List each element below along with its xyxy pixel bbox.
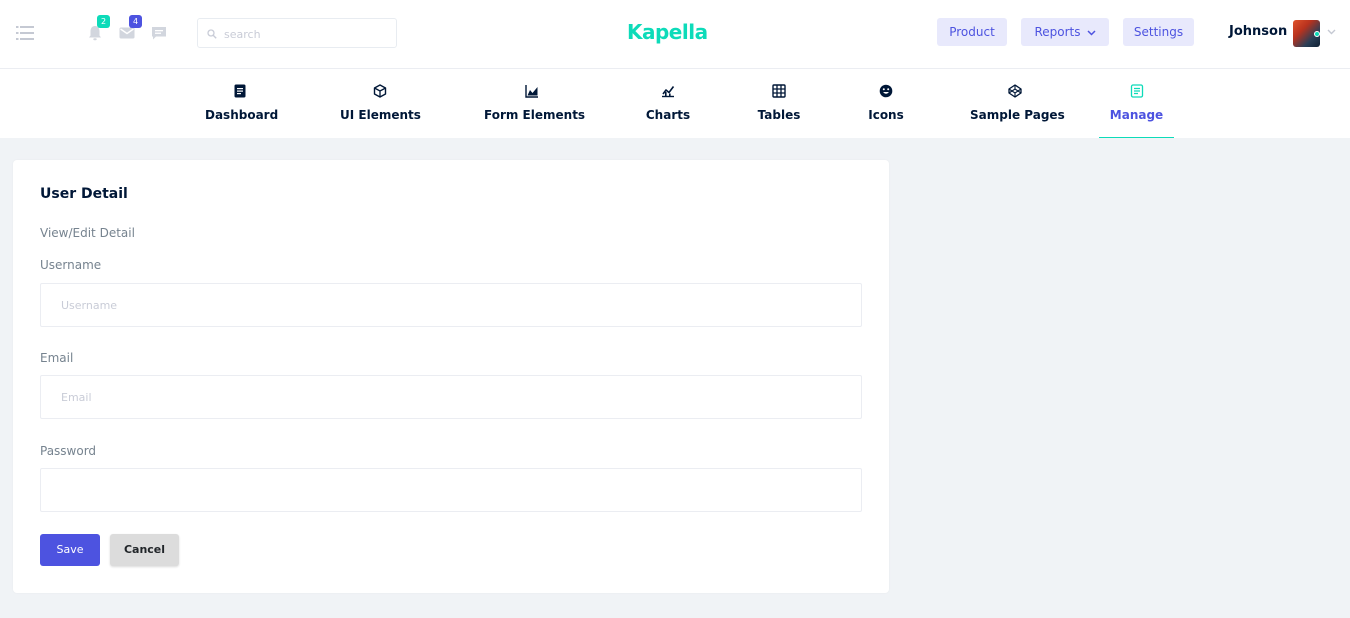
user-detail-card: User Detail View/Edit Detail Username Em… xyxy=(13,160,889,593)
settings-button-label: Settings xyxy=(1133,25,1184,39)
active-tab-indicator xyxy=(1099,137,1174,138)
codepen-icon xyxy=(1008,84,1022,98)
cube-icon xyxy=(373,84,387,98)
search-icon xyxy=(207,29,217,39)
cancel-button[interactable]: Cancel xyxy=(110,534,179,566)
area-chart-icon xyxy=(525,85,538,98)
chat-icon xyxy=(152,27,166,40)
nav-item-label: Dashboard xyxy=(205,108,279,122)
chat-button[interactable] xyxy=(150,24,168,42)
avatar[interactable] xyxy=(1293,20,1320,47)
reports-dropdown-button[interactable]: Reports xyxy=(1021,18,1109,46)
nav-item-label: Form Elements xyxy=(484,108,586,122)
search-box xyxy=(197,18,397,48)
nav-item-label: Manage xyxy=(1109,108,1164,122)
nav-item-label: UI Elements xyxy=(340,108,421,122)
chevron-down-icon[interactable] xyxy=(1327,29,1336,35)
product-button-label: Product xyxy=(949,25,995,39)
main-menu: Dashboard UI Elements Form Elements Char… xyxy=(0,69,1350,138)
notifications-button[interactable]: 2 xyxy=(86,15,110,42)
nav-item-label: Charts xyxy=(645,108,691,122)
top-navbar: 2 4 Kapella Product Reports Settings Joh… xyxy=(0,0,1350,69)
user-name[interactable]: Johnson xyxy=(1229,24,1287,39)
card-title: User Detail xyxy=(40,186,128,202)
nav-item-sample-pages[interactable]: Sample Pages xyxy=(970,69,1065,138)
nav-item-ui-elements[interactable]: UI Elements xyxy=(340,69,421,138)
nav-item-label: Tables xyxy=(757,108,801,122)
message-count-badge: 4 xyxy=(129,15,142,28)
card-description: View/Edit Detail xyxy=(40,226,135,240)
nav-item-label: Icons xyxy=(868,108,904,122)
nav-item-manage[interactable]: Manage xyxy=(1099,69,1174,138)
reports-button-label: Reports xyxy=(1034,25,1081,39)
nav-item-dashboard[interactable]: Dashboard xyxy=(205,69,279,138)
brand-logo[interactable]: Kapella xyxy=(627,20,708,44)
username-label: Username xyxy=(40,258,102,272)
notification-count-badge: 2 xyxy=(97,15,110,28)
document-icon xyxy=(1130,84,1143,98)
settings-button[interactable]: Settings xyxy=(1123,18,1194,46)
chart-icon xyxy=(662,86,675,98)
email-input[interactable] xyxy=(40,375,862,419)
nav-item-icons[interactable]: Icons xyxy=(861,69,911,138)
email-label: Email xyxy=(40,351,74,365)
nav-item-label: Sample Pages xyxy=(970,108,1065,122)
messages-button[interactable]: 4 xyxy=(118,15,142,42)
password-input[interactable] xyxy=(40,468,862,512)
grid-icon xyxy=(772,84,786,98)
search-input[interactable] xyxy=(224,25,389,43)
menu-toggle-icon[interactable] xyxy=(16,25,34,41)
nav-item-charts[interactable]: Charts xyxy=(643,69,693,138)
password-label: Password xyxy=(40,444,97,458)
chevron-down-icon xyxy=(1086,29,1096,36)
save-button[interactable]: Save xyxy=(40,534,100,566)
nav-item-tables[interactable]: Tables xyxy=(754,69,804,138)
online-status-dot xyxy=(1314,31,1320,37)
file-text-icon xyxy=(234,84,246,98)
product-button[interactable]: Product xyxy=(937,18,1007,46)
nav-item-form-elements[interactable]: Form Elements xyxy=(484,69,586,138)
username-input[interactable] xyxy=(40,283,862,327)
emoji-icon xyxy=(879,84,893,98)
